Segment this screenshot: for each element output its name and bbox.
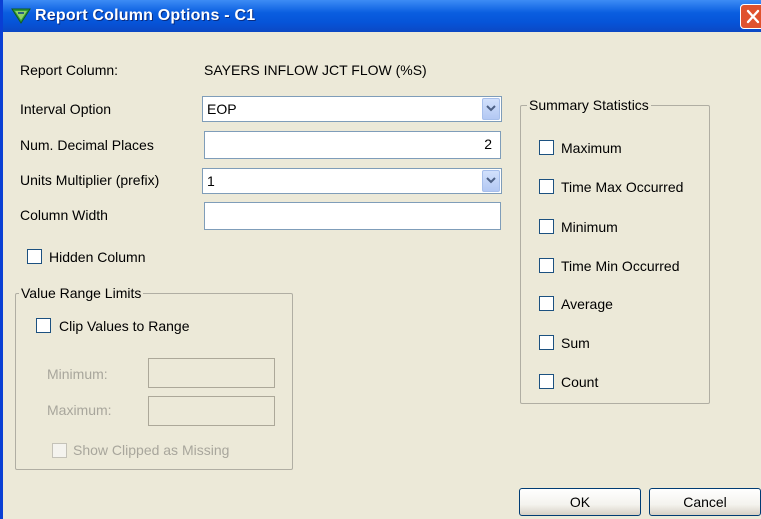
minimum-stat-label[interactable]: Minimum [561, 219, 618, 235]
count-checkbox[interactable] [539, 374, 554, 389]
minimum-field[interactable] [148, 358, 275, 388]
sum-checkbox[interactable] [539, 335, 554, 350]
sum-label[interactable]: Sum [561, 335, 590, 351]
clip-values-label[interactable]: Clip Values to Range [59, 318, 189, 334]
report-column-label: Report Column: [20, 62, 119, 78]
units-multiplier-select[interactable]: 1 [202, 168, 502, 194]
hidden-column-checkbox[interactable] [27, 249, 42, 264]
close-icon [746, 9, 760, 24]
decimal-places-label: Num. Decimal Places [20, 137, 154, 153]
show-clipped-checkbox[interactable] [52, 443, 67, 458]
minimum-label: Minimum: [47, 366, 108, 382]
clip-values-checkbox[interactable] [36, 318, 51, 333]
column-width-label: Column Width [20, 207, 108, 223]
average-checkbox[interactable] [539, 296, 554, 311]
decimal-places-value: 2 [484, 136, 492, 152]
decimal-places-field[interactable]: 2 [204, 131, 501, 159]
interval-option-select[interactable]: EOP [202, 96, 502, 122]
cancel-button[interactable]: Cancel [649, 488, 761, 516]
units-multiplier-value: 1 [207, 173, 215, 189]
value-range-legend: Value Range Limits [19, 285, 144, 301]
time-max-occurred-checkbox[interactable] [539, 179, 554, 194]
show-clipped-label[interactable]: Show Clipped as Missing [73, 442, 229, 458]
close-button[interactable] [740, 4, 761, 29]
maximum-label: Maximum: [47, 402, 112, 418]
interval-option-label: Interval Option [20, 101, 112, 117]
units-multiplier-label: Units Multiplier (prefix) [20, 172, 160, 188]
column-width-field[interactable] [204, 202, 501, 230]
maximum-checkbox[interactable] [539, 140, 554, 155]
average-label[interactable]: Average [561, 296, 613, 312]
maximum-field[interactable] [148, 396, 275, 426]
interval-option-value: EOP [207, 101, 237, 117]
window-title: Report Column Options - C1 [35, 7, 256, 24]
time-min-occurred-label[interactable]: Time Min Occurred [561, 258, 680, 274]
chevron-down-icon [486, 177, 496, 184]
app-report-icon [11, 8, 31, 24]
title-bar[interactable]: Report Column Options - C1 [3, 0, 761, 32]
time-min-occurred-checkbox[interactable] [539, 258, 554, 273]
dialog-window: Report Column Options - C1 Report Column… [0, 0, 761, 519]
minimum-stat-checkbox[interactable] [539, 219, 554, 234]
chevron-down-icon [486, 105, 496, 112]
ok-button[interactable]: OK [519, 488, 641, 516]
interval-option-dropdown-button[interactable] [482, 98, 500, 120]
count-label[interactable]: Count [561, 374, 598, 390]
report-column-value: SAYERS INFLOW JCT FLOW (%S) [204, 62, 427, 78]
summary-statistics-legend: Summary Statistics [527, 97, 651, 113]
maximum-stat-label[interactable]: Maximum [561, 140, 622, 156]
time-max-occurred-label[interactable]: Time Max Occurred [561, 179, 683, 195]
units-multiplier-dropdown-button[interactable] [482, 170, 500, 192]
hidden-column-label[interactable]: Hidden Column [49, 249, 146, 265]
